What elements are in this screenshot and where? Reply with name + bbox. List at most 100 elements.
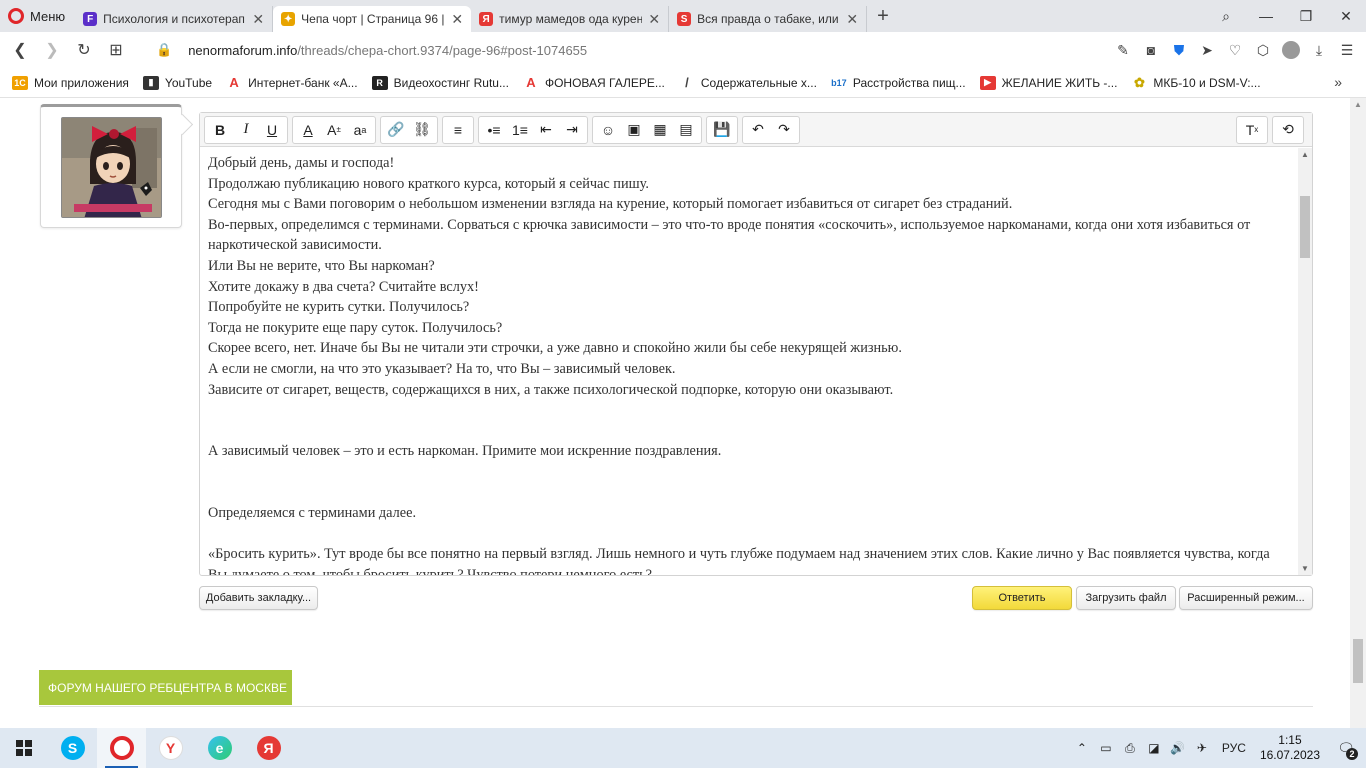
yandex-browser-icon: Y	[158, 736, 183, 760]
tab-chepa-chort[interactable]: ✦ Чепа чорт | Страница 96 | ✕	[273, 6, 472, 32]
align-left-icon[interactable]: ≡	[445, 117, 471, 143]
app-tray-icon[interactable]: ✈	[1190, 741, 1214, 755]
bullet-list-icon[interactable]: •≡	[481, 117, 507, 143]
save-draft-icon[interactable]: 💾	[709, 117, 735, 143]
upload-file-button[interactable]: Загрузить файл	[1076, 586, 1176, 610]
indent-icon[interactable]: ⇥	[559, 117, 585, 143]
battery-icon[interactable]: ▭	[1094, 741, 1118, 755]
bookmark-label: МКБ-10 и DSM-V:...	[1153, 75, 1261, 90]
notifications-icon[interactable]: 🗨 2	[1334, 736, 1358, 760]
italic-button[interactable]: I	[233, 117, 259, 143]
bookmark-eating-disorders[interactable]: b17 Расстройства пищ...	[830, 75, 966, 90]
taskbar-yandex-browser[interactable]: Y	[146, 728, 195, 768]
smiley-icon[interactable]: ☺	[595, 117, 621, 143]
image-icon[interactable]: ▣	[621, 117, 647, 143]
taskbar-skype[interactable]: S	[48, 728, 97, 768]
reply-button[interactable]: Ответить	[972, 586, 1072, 610]
yandex-icon: Я	[256, 736, 281, 760]
align-group: ≡	[442, 115, 474, 144]
tab-timur-mamedov[interactable]: Я тимур мамедов ода курен ✕	[471, 6, 670, 32]
advanced-mode-button[interactable]: Расширенный режим...	[1179, 586, 1313, 610]
show-hidden-icons-icon[interactable]: ⌃	[1070, 741, 1094, 755]
tab-close-icon[interactable]: ✕	[846, 11, 858, 28]
taskbar-edge[interactable]: e	[195, 728, 244, 768]
message-paragraph: Тогда не покурите еще пару суток. Получи…	[208, 319, 503, 336]
link-icon[interactable]: 🔗	[383, 117, 409, 143]
toggle-bbcode-icon[interactable]: ⟲	[1275, 117, 1301, 143]
usb-icon[interactable]: ⎙	[1118, 741, 1142, 756]
clock[interactable]: 1:15 16.07.2023	[1260, 733, 1320, 763]
message-textarea[interactable]: Добрый день, дамы и господа! Продолжаю пу…	[200, 148, 1298, 575]
edit-icon[interactable]: ✎	[1114, 42, 1132, 59]
add-bookmark-button[interactable]: Добавить закладку...	[199, 586, 318, 610]
remove-format-icon[interactable]: Tx	[1239, 117, 1265, 143]
restore-icon[interactable]: ❐	[1286, 8, 1326, 25]
camera-icon[interactable]: ◙	[1142, 42, 1160, 58]
vpn-shield-icon[interactable]: ⛊	[1170, 42, 1188, 59]
search-tabs-icon[interactable]: ⌕	[1206, 8, 1246, 25]
opera-icon	[109, 736, 134, 760]
profile-avatar-icon[interactable]	[1282, 41, 1300, 59]
bold-button[interactable]: B	[207, 117, 233, 143]
send-icon[interactable]: ➤	[1198, 42, 1216, 59]
taskbar-opera[interactable]	[97, 728, 146, 768]
numbered-list-icon[interactable]: 1≡	[507, 117, 533, 143]
bookmark-desire-to-live[interactable]: ▶ ЖЕЛАНИЕ ЖИТЬ -...	[979, 75, 1117, 90]
reload-icon[interactable]: ↻	[68, 40, 100, 60]
bookmark-gallery[interactable]: A ФОНОВАЯ ГАЛЕРЕ...	[522, 75, 665, 90]
speed-dial-icon[interactable]: ⊞	[100, 40, 132, 60]
tab-close-icon[interactable]: ✕	[451, 11, 463, 28]
outdent-icon[interactable]: ⇤	[533, 117, 559, 143]
save-group: 💾	[706, 115, 738, 144]
bookmark-label: Содержательные х...	[700, 75, 817, 90]
forum-node-title[interactable]: ФОРУМ НАШЕГО РЕБЦЕНТРА В МОСКВЕ	[39, 670, 292, 705]
scroll-up-icon[interactable]: ▲	[1354, 100, 1362, 109]
start-button[interactable]	[0, 728, 48, 768]
download-icon[interactable]: ⤓	[1310, 42, 1328, 59]
bookmark-my-apps[interactable]: 1С Мои приложения	[12, 75, 129, 90]
new-tab-button[interactable]: +	[867, 5, 899, 28]
font-size-button[interactable]: A ±	[321, 117, 347, 143]
opera-menu-button[interactable]: Меню	[0, 0, 75, 32]
font-color-button[interactable]: A	[295, 117, 321, 143]
language-indicator[interactable]: РУС	[1222, 741, 1246, 755]
undo-icon[interactable]: ↶	[745, 117, 771, 143]
taskbar-yandex[interactable]: Я	[244, 728, 293, 768]
media-icon[interactable]: ▦	[647, 117, 673, 143]
close-window-icon[interactable]: ✕	[1326, 8, 1366, 25]
quote-icon[interactable]: ▤	[673, 117, 699, 143]
url-field[interactable]: 🔒 nenormaforum.info/threads/chepa-chort.…	[156, 42, 587, 58]
heart-icon[interactable]: ♡	[1226, 42, 1244, 59]
unlink-icon[interactable]: ⛓	[409, 117, 435, 143]
scroll-thumb[interactable]	[1353, 639, 1363, 683]
tab-close-icon[interactable]: ✕	[252, 11, 264, 28]
easy-setup-icon[interactable]: ☰	[1338, 42, 1356, 59]
scroll-thumb[interactable]	[1300, 196, 1310, 258]
tab-psychology[interactable]: F Психология и психотерап ✕	[75, 6, 274, 32]
bookmark-icd10[interactable]: ✿ МКБ-10 и DSM-V:...	[1131, 75, 1261, 90]
bookmark-youtube[interactable]: ▮ YouTube	[142, 75, 213, 90]
tab-tobacco-truth[interactable]: S Вся правда о табаке, или ✕	[669, 6, 868, 32]
volume-icon[interactable]: 🔊	[1166, 741, 1190, 755]
editor-scrollbar[interactable]: ▲ ▼	[1298, 148, 1312, 575]
message-paragraph: Хотите докажу в два счета? Считайте вслу…	[208, 278, 479, 295]
forward-icon[interactable]: ❯	[36, 40, 68, 60]
redo-icon[interactable]: ↷	[771, 117, 797, 143]
scroll-down-icon[interactable]: ▼	[1301, 564, 1309, 573]
scroll-up-icon[interactable]: ▲	[1301, 150, 1309, 159]
network-icon[interactable]: ◪	[1142, 741, 1166, 755]
avatar[interactable]	[61, 117, 162, 218]
bookmark-icon: 1С	[12, 75, 28, 90]
back-icon[interactable]: ❮	[4, 40, 36, 60]
cube-icon[interactable]: ⬡	[1254, 42, 1272, 59]
bookmark-internet-bank[interactable]: A Интернет-банк «А...	[226, 75, 358, 90]
tab-close-icon[interactable]: ✕	[648, 11, 660, 28]
underline-button[interactable]: U	[259, 117, 285, 143]
bookmark-rutube[interactable]: R Видеохостинг Rutu...	[371, 75, 509, 90]
minimize-icon[interactable]: —	[1246, 8, 1286, 24]
font-family-button[interactable]: aa	[347, 117, 373, 143]
bookmark-label: YouTube	[164, 75, 213, 90]
bookmarks-more-icon[interactable]: »	[1334, 74, 1342, 90]
bookmark-content[interactable]: / Содержательные х...	[678, 75, 817, 90]
page-scrollbar[interactable]: ▲	[1350, 98, 1366, 728]
